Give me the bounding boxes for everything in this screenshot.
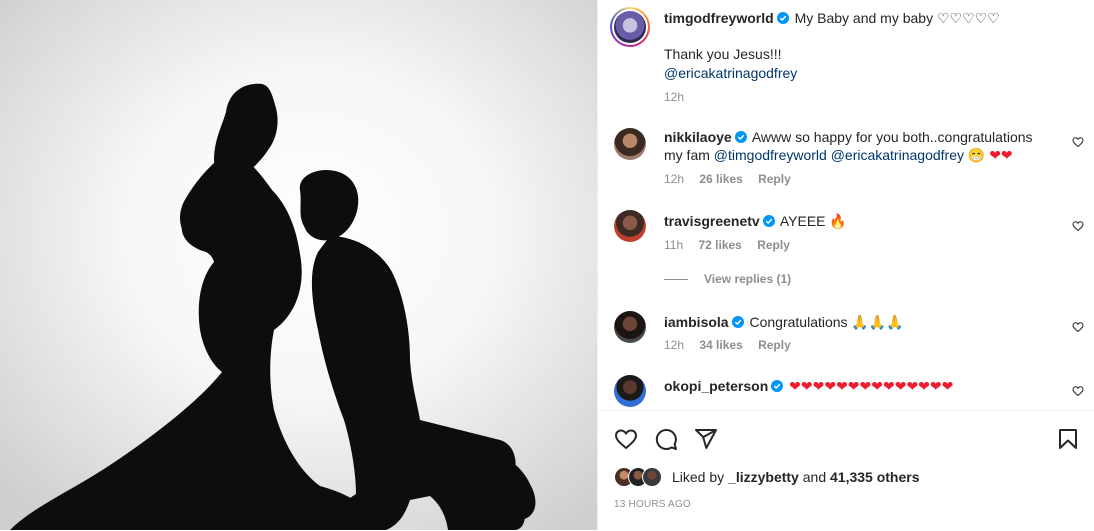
like-comment-heart-icon[interactable] [1072, 385, 1084, 397]
avatar[interactable] [614, 128, 646, 160]
comment-emoji: 😁 [967, 147, 986, 163]
comment-item: travisgreenetv AYEEE 🔥 11h 72 likes Repl… [614, 210, 1084, 260]
comments-list[interactable]: timgodfreyworld My Baby and my baby ♡♡♡♡… [598, 0, 1094, 410]
liked-by-count[interactable]: 41,335 others [830, 469, 920, 485]
comment-icon[interactable] [654, 427, 678, 451]
liker-avatars[interactable] [614, 467, 664, 487]
avatar[interactable] [614, 210, 646, 242]
verified-icon [776, 12, 789, 24]
reply-button[interactable]: Reply [758, 172, 791, 186]
liked-by-and: and [802, 469, 827, 485]
share-icon[interactable] [694, 427, 718, 451]
like-comment-heart-icon[interactable] [1072, 321, 1084, 333]
comment-username[interactable]: okopi_peterson [664, 378, 768, 394]
avatar[interactable] [614, 311, 646, 343]
comment-username[interactable]: nikkilaoye [664, 129, 732, 145]
reply-button[interactable]: Reply [758, 338, 791, 352]
comment-username[interactable]: travisgreenetv [664, 213, 760, 229]
view-replies-button[interactable]: View replies (1) [664, 272, 791, 286]
heart-icon[interactable] [614, 427, 638, 451]
comment-item: iambisola Congratulations 🙏🙏🙏 12h 34 lik… [614, 311, 1084, 361]
liked-by-user[interactable]: _lizzybetty [728, 469, 799, 485]
post-actions: Liked by _lizzybetty and 41,335 others 1… [598, 410, 1094, 531]
comment-item: nikkilaoye Awww so happy for you both..c… [614, 128, 1084, 188]
like-comment-heart-icon[interactable] [1072, 220, 1084, 232]
caption: timgodfreyworld My Baby and my baby ♡♡♡♡… [610, 0, 1084, 104]
verified-icon [771, 380, 784, 392]
comment-likes[interactable]: 72 likes [698, 238, 741, 252]
verified-icon [731, 316, 744, 328]
comment-time: 11h [664, 238, 684, 252]
post-image[interactable] [0, 0, 597, 530]
like-comment-heart-icon[interactable] [1072, 136, 1084, 148]
liked-by-prefix: Liked by [672, 469, 725, 485]
comment-likes[interactable]: 26 likes [699, 172, 742, 186]
author-username[interactable]: timgodfreyworld [664, 10, 774, 26]
caption-line2: Thank you Jesus!!! [664, 46, 782, 62]
comment-text: Congratulations 🙏🙏🙏 [749, 314, 904, 330]
post-timestamp[interactable]: 13 HOURS AGO [614, 499, 691, 510]
caption-mention[interactable]: @ericakatrinagodfrey [664, 64, 1050, 82]
bookmark-icon[interactable] [1056, 427, 1080, 451]
reply-button[interactable]: Reply [757, 238, 790, 252]
comment-item: okopi_peterson ❤❤❤❤❤❤❤❤❤❤❤❤❤❤ [614, 375, 1084, 410]
comment-likes[interactable]: 34 likes [699, 338, 742, 352]
author-avatar[interactable] [610, 7, 650, 47]
comment-text: AYEEE 🔥 [779, 213, 847, 229]
comment-username[interactable]: iambisola [664, 314, 729, 330]
verified-icon [762, 215, 775, 227]
comment-time: 12h [664, 172, 685, 186]
verified-icon [734, 131, 747, 143]
avatar[interactable] [614, 375, 646, 407]
red-heart-icon: ❤❤ [989, 147, 1013, 163]
view-replies-label[interactable]: View replies (1) [704, 272, 791, 286]
comments-panel: timgodfreyworld My Baby and my baby ♡♡♡♡… [597, 0, 1094, 530]
divider-line [664, 279, 688, 281]
comment-text: ❤❤❤❤❤❤❤❤❤❤❤❤❤❤ [789, 378, 954, 394]
comment-mention[interactable]: @timgodfreyworld [714, 147, 827, 163]
caption-text: My Baby and my baby ♡♡♡♡♡ [794, 10, 1000, 26]
comment-time: 12h [664, 338, 685, 352]
caption-time: 12h [664, 90, 685, 104]
comment-mention[interactable]: @ericakatrinagodfrey [831, 147, 964, 163]
